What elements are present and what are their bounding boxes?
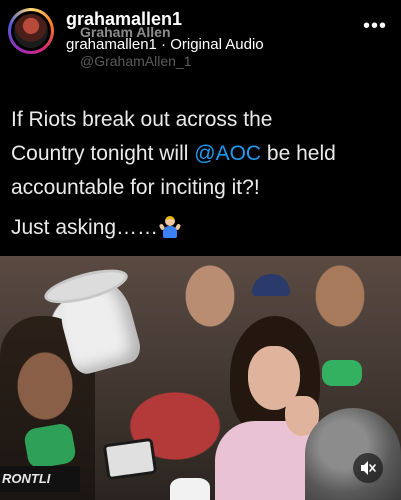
mention-link[interactable]: @AOC xyxy=(194,142,261,165)
baseball-cap xyxy=(252,274,290,296)
person-foreground xyxy=(305,408,401,500)
audio-attribution[interactable]: grahamallen1 · Original Audio xyxy=(66,36,264,53)
caption-line-3: accountable for inciting it?! xyxy=(11,176,260,199)
video-overlay-text: RONTLI xyxy=(0,466,80,492)
caption-text: be held xyxy=(261,142,336,165)
watermark-handle: @GrahamAllen_1 xyxy=(80,53,192,69)
post-caption: If Riots break out across the Country to… xyxy=(0,86,401,256)
caption-line-4: Just asking…… xyxy=(11,216,182,240)
phone xyxy=(102,437,158,481)
post-header: Graham Allen @GrahamAllen_1 grahamallen1… xyxy=(0,0,401,86)
avatar xyxy=(14,14,48,48)
mute-icon[interactable] xyxy=(353,453,383,483)
caption-line-2: Country tonight will @AOC be held xyxy=(11,142,336,166)
shrug-emoji-icon xyxy=(158,216,182,238)
caption-text: Country tonight will xyxy=(11,142,195,165)
video-player[interactable]: RONTLI xyxy=(0,256,401,500)
story-ring[interactable] xyxy=(8,8,54,54)
raised-fist xyxy=(170,478,210,500)
caption-line-1: If Riots break out across the xyxy=(11,108,273,131)
caption-text: Just asking…… xyxy=(11,216,159,239)
username[interactable]: grahamallen1 xyxy=(66,9,182,30)
avatar-frame xyxy=(11,11,51,51)
green-scarf-right xyxy=(322,360,362,386)
more-options-icon[interactable]: ••• xyxy=(363,16,387,36)
